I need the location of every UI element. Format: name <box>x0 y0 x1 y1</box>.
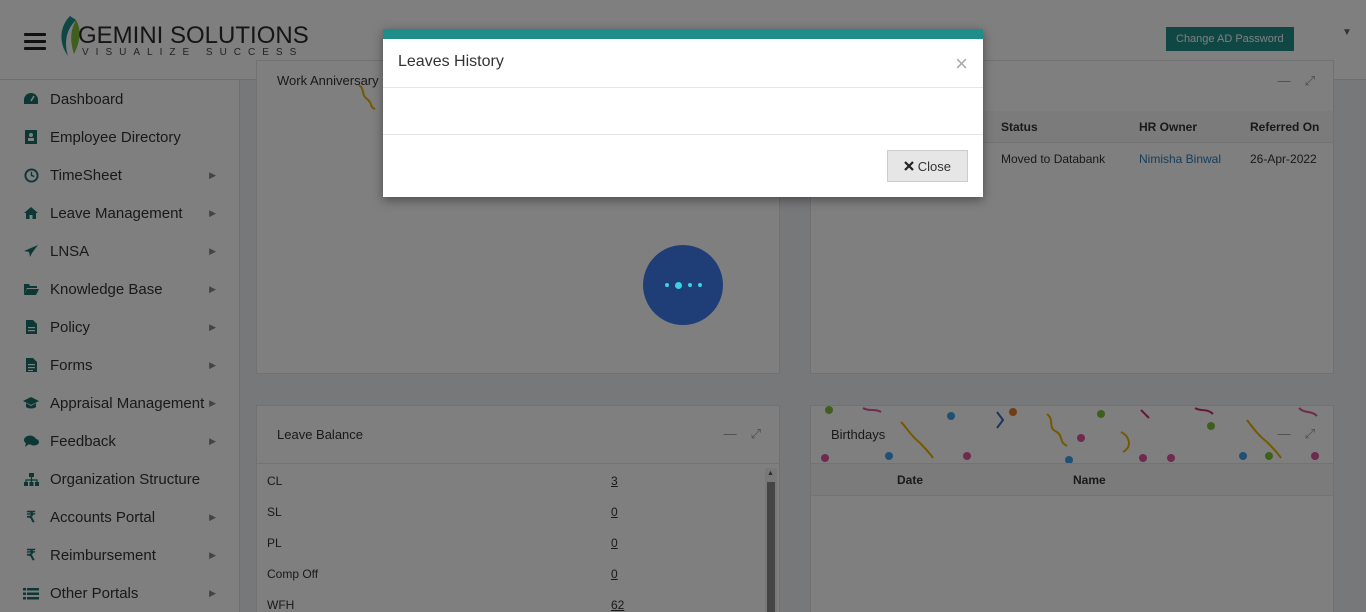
spinner-dot <box>687 283 692 287</box>
times-icon <box>903 161 914 171</box>
leaves-history-modal: Leaves History × Close <box>383 29 983 197</box>
loading-spinner <box>643 245 723 325</box>
modal-title: Leaves History <box>398 53 504 70</box>
modal-body <box>383 88 983 135</box>
spinner-dot <box>674 281 682 289</box>
spinner-dot <box>664 283 669 287</box>
close-button[interactable]: Close <box>886 150 968 182</box>
modal-header: Leaves History × <box>383 39 983 88</box>
modal-footer: Close <box>383 135 983 197</box>
modal-accent-bar <box>383 29 983 39</box>
spinner-dot <box>697 283 702 287</box>
close-button-label: Close <box>917 158 951 174</box>
close-icon[interactable]: × <box>955 51 968 77</box>
